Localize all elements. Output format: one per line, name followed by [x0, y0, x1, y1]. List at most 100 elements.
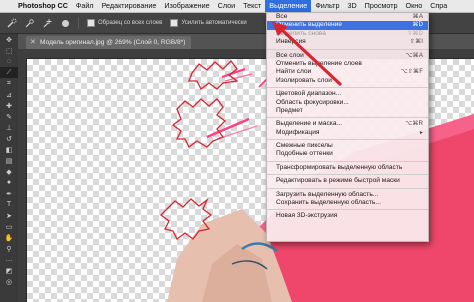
- marquee-tool-icon[interactable]: ⬚: [0, 45, 18, 56]
- menu-item-shortcut: ⌥⌘A: [405, 51, 423, 59]
- quick-mask-icon[interactable]: ◎: [0, 276, 18, 287]
- menu-item-shortcut: ⇧⌘I: [409, 38, 423, 46]
- blur-tool-icon[interactable]: ◆: [0, 166, 18, 177]
- menu-item-label: Подобные оттенки: [276, 150, 333, 158]
- select-menu-item[interactable]: Загрузить выделенную область...: [267, 191, 428, 199]
- select-menu-item[interactable]: Цветовой диапазон...: [267, 90, 428, 98]
- menu-item-label: Трансформировать выделенную область: [276, 163, 403, 171]
- select-menu-item[interactable]: Отменить выделение ⌘D: [267, 21, 428, 30]
- rectangle-tool-icon[interactable]: ▭: [0, 221, 18, 232]
- select-menu-item[interactable]: Подобные оттенки: [267, 150, 428, 158]
- checkbox-box[interactable]: [87, 19, 95, 27]
- select-menu-item[interactable]: Инверсия ⇧⌘I: [267, 38, 428, 46]
- menu-item-label: Отменить выделение: [276, 21, 343, 29]
- menu-file[interactable]: Файл: [72, 0, 98, 12]
- menu-filter[interactable]: Фильтр: [311, 0, 343, 12]
- menu-item-label: Выделение и маска...: [276, 120, 342, 128]
- annotation-zigzag: [188, 60, 239, 90]
- gradient-tool-icon[interactable]: ▤: [0, 155, 18, 166]
- annotation-zigzag: [171, 98, 226, 148]
- menu-select[interactable]: Выделение: [265, 0, 312, 12]
- menu-divider: [267, 87, 428, 89]
- select-menu-item[interactable]: Найти слои ⌥⇧⌘F: [267, 68, 428, 76]
- menu-item-label: Выделить снова: [276, 29, 326, 37]
- menu-3d[interactable]: 3D: [343, 0, 360, 12]
- options-divider: [78, 17, 79, 29]
- close-icon[interactable]: ✕: [30, 36, 36, 49]
- healing-brush-tool-icon[interactable]: ✚: [0, 100, 18, 111]
- crop-tool-icon[interactable]: ⌗: [0, 78, 18, 89]
- document-tab[interactable]: ✕ Модель оригинал.jpg @ 269% (Слой 0, RG…: [26, 36, 192, 49]
- menu-window[interactable]: Окно: [402, 0, 427, 12]
- menu-item-label: Редактировать в режиме быстрой маски: [276, 177, 400, 185]
- select-menu-item[interactable]: Область фокусировки...: [267, 99, 428, 107]
- brush-size-icon[interactable]: [58, 16, 72, 30]
- checkbox-box[interactable]: [170, 19, 179, 27]
- menu-divider: [267, 117, 428, 119]
- menu-divider: [267, 174, 428, 176]
- type-tool-icon[interactable]: T: [0, 199, 18, 210]
- select-menu-item[interactable]: Трансформировать выделенную область: [267, 164, 428, 172]
- menu-photoshop[interactable]: Photoshop CC: [14, 0, 72, 12]
- menu-type[interactable]: Текст: [239, 0, 265, 12]
- select-menu-dropdown: Все ⌘A Отменить выделение ⌘D Выделить снова ⇧…: [266, 12, 429, 242]
- menu-edit[interactable]: Редактирование: [98, 0, 161, 12]
- more-tools-icon[interactable]: …: [0, 254, 18, 265]
- pen-tool-icon[interactable]: ✒: [0, 188, 18, 199]
- dodge-tool-icon[interactable]: ●: [0, 177, 18, 188]
- lasso-tool-icon[interactable]: ◌: [0, 56, 18, 67]
- select-menu-item[interactable]: Новая 3D-экструзия: [267, 212, 428, 220]
- menu-item-shortcut: ⌘A: [412, 13, 423, 20]
- add-to-selection-icon[interactable]: [40, 16, 54, 30]
- quick-selection-tool-icon[interactable]: ⟋: [0, 67, 18, 78]
- quick-selection-tool-icon[interactable]: [4, 16, 18, 30]
- select-menu-item[interactable]: Редактировать в режиме быстрой маски: [267, 177, 428, 185]
- menu-item-label: Модификация: [276, 128, 320, 136]
- hair-strand: [221, 67, 246, 79]
- menu-item-label: Новая 3D-экструзия: [276, 212, 338, 220]
- menu-item-shortcut: ⌘D: [412, 21, 423, 29]
- sample-all-layers-label: Образец со всех слоев: [98, 20, 163, 26]
- select-menu-item[interactable]: Выделение и маска... ⌥⌘R: [267, 120, 428, 128]
- select-menu-item: Выделить снова ⇧⌘D: [267, 30, 428, 38]
- brush-tool-icon[interactable]: ✎: [0, 111, 18, 122]
- zoom-tool-icon[interactable]: ⚲: [0, 243, 18, 254]
- hand-tool-icon[interactable]: ✋: [0, 232, 18, 243]
- select-menu-item[interactable]: Все ⌘A: [267, 13, 428, 21]
- eraser-tool-icon[interactable]: ◧: [0, 144, 18, 155]
- menu-item-label: Предмет: [276, 106, 303, 114]
- history-brush-tool-icon[interactable]: ↺: [0, 133, 18, 144]
- menu-item-label: Сохранить выделенную область...: [276, 199, 381, 207]
- menu-help[interactable]: Спра: [426, 0, 451, 12]
- auto-enhance-checkbox[interactable]: Усилить автоматически: [170, 19, 247, 27]
- menu-divider: [267, 209, 428, 211]
- select-menu-item[interactable]: Все слои ⌥⌘A: [267, 52, 428, 60]
- new-selection-icon[interactable]: [22, 16, 36, 30]
- sample-all-layers-checkbox[interactable]: Образец со всех слоев: [87, 19, 162, 27]
- menu-item-label: Смежные пикселы: [276, 142, 333, 150]
- menu-item-label: Все слои: [276, 51, 304, 59]
- menu-item-label: Все: [276, 13, 288, 20]
- path-selection-tool-icon[interactable]: ➤: [0, 210, 18, 221]
- menu-image[interactable]: Изображение: [160, 0, 213, 12]
- menu-item-label: Область фокусировки...: [276, 98, 349, 106]
- clone-stamp-tool-icon[interactable]: ⊥: [0, 122, 18, 133]
- menu-item-label: Цветовой диапазон...: [276, 90, 342, 98]
- select-menu-item[interactable]: Сохранить выделенную область...: [267, 199, 428, 207]
- eyedropper-tool-icon[interactable]: ⊿: [0, 89, 18, 100]
- menu-layers[interactable]: Слои: [214, 0, 239, 12]
- select-menu-item[interactable]: Изолировать слои: [267, 77, 428, 85]
- move-tool-icon[interactable]: ✥: [0, 34, 18, 45]
- select-menu-item[interactable]: Модификация ▸: [267, 129, 428, 137]
- menu-item-label: Инверсия: [276, 38, 306, 46]
- menu-item-shortcut: ⇧⌘D: [407, 29, 423, 37]
- foreground-background-colors-icon[interactable]: ◩: [0, 265, 18, 276]
- menu-view[interactable]: Просмотр: [361, 0, 402, 12]
- vertical-ruler[interactable]: [18, 58, 27, 302]
- menu-divider: [267, 187, 428, 189]
- menu-item-label: Отменить выделение слоев: [276, 59, 362, 67]
- select-menu-item[interactable]: Предмет: [267, 107, 428, 115]
- tools-panel: ✥ ⬚ ◌ ⟋ ⌗ ⊿ ✚ ✎ ⊥ ↺ ◧ ▤ ◆ ● ✒ T ➤ ▭ ✋ ⚲ …: [0, 34, 19, 302]
- menu-item-label: Изолировать слои: [276, 76, 332, 84]
- menu-divider: [267, 139, 428, 141]
